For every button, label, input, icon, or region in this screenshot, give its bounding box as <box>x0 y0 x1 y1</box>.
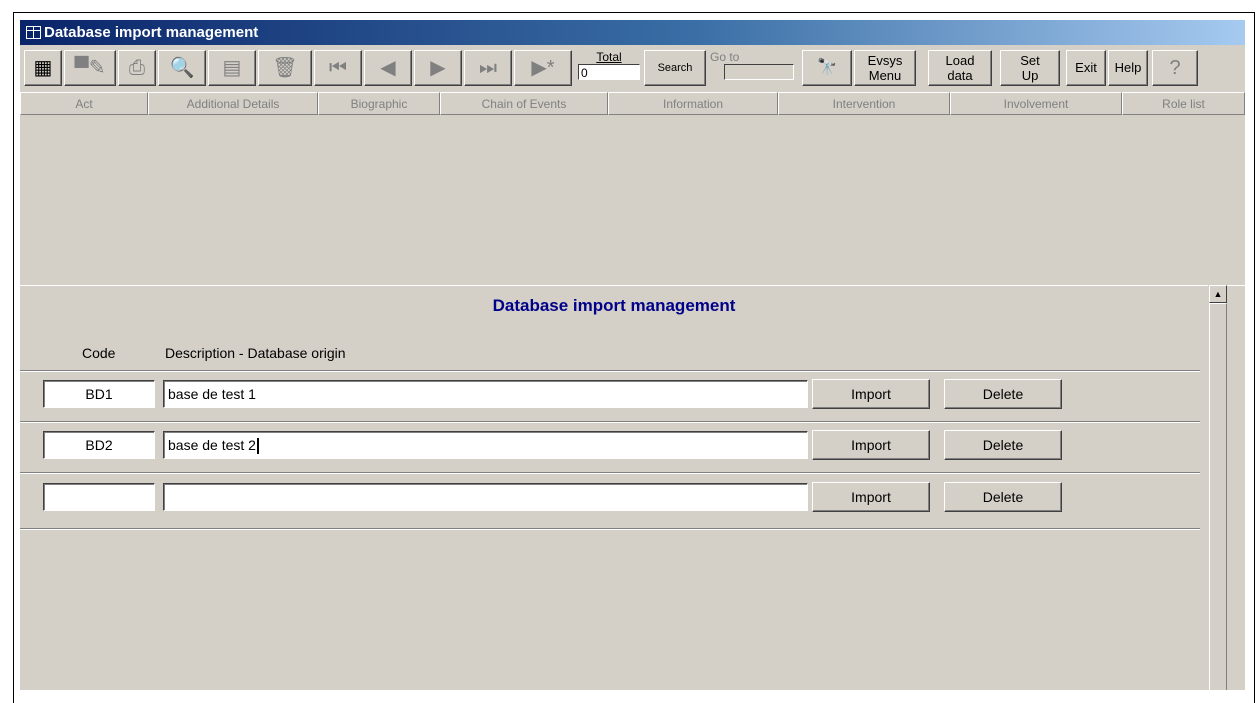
toolbar: ▦ ▀✎ ⎙ 🔍 ▤ 🗑 ⏮ ◀ ▶ ⏭ ▶* Total 0 Search G… <box>20 46 1245 90</box>
new-record-icon: ▶* <box>531 57 555 79</box>
binoculars-icon: 🔭 <box>817 59 837 76</box>
scroll-up-arrow-icon[interactable]: ▲ <box>1209 285 1227 303</box>
delete-button[interactable]: Delete <box>944 379 1062 409</box>
print-icon: ⎙ <box>129 57 145 79</box>
tab-additional-details[interactable]: Additional Details <box>148 92 318 115</box>
scrollbar-thumb[interactable] <box>1209 303 1227 690</box>
vertical-scrollbar[interactable]: ▲ <box>1208 285 1227 690</box>
print-preview-button[interactable]: 🔍 <box>158 50 206 86</box>
next-record-button[interactable]: ▶ <box>414 50 462 86</box>
question-mark-icon: ? <box>1169 57 1181 79</box>
load-data-label-1: Load <box>945 53 975 68</box>
evsys-menu-label-2: Menu <box>868 68 902 83</box>
form-icon <box>26 26 41 39</box>
description-field[interactable] <box>163 483 808 511</box>
context-help-button[interactable]: ? <box>1152 50 1198 86</box>
load-data-label-2: data <box>947 68 973 83</box>
setup-label-2: Up <box>1021 68 1039 83</box>
search-button[interactable]: Search <box>644 50 706 86</box>
save-record-icon: ▀✎ <box>74 57 106 79</box>
total-label: Total <box>596 50 622 64</box>
description-field[interactable]: base de test 1 <box>163 380 808 408</box>
import-button[interactable]: Import <box>812 379 930 409</box>
delete-record-icon: 🗑 <box>272 57 298 79</box>
form-view-icon: ▤ <box>222 57 242 79</box>
code-field[interactable]: BD2 <box>43 431 155 459</box>
help-label: Help <box>1114 60 1142 75</box>
print-preview-icon: 🔍 <box>169 57 195 79</box>
setup-button[interactable]: Set Up <box>1000 50 1060 86</box>
code-column-header: Code <box>82 345 116 361</box>
header-divider <box>20 285 1245 286</box>
tab-involvement[interactable]: Involvement <box>950 92 1122 115</box>
form-window: Database import management ▦ ▀✎ ⎙ 🔍 ▤ 🗑 … <box>20 20 1245 690</box>
tab-act[interactable]: Act <box>20 92 148 115</box>
tab-information[interactable]: Information <box>608 92 778 115</box>
find-button[interactable]: 🔭 <box>802 50 852 86</box>
last-record-button[interactable]: ⏭ <box>464 50 512 86</box>
tab-strip: Act Additional Details Biographic Chain … <box>20 92 1245 116</box>
evsys-menu-label-1: Evsys <box>867 53 903 68</box>
description-value: base de test 2 <box>168 437 256 453</box>
import-button[interactable]: Import <box>812 430 930 460</box>
save-record-button[interactable]: ▀✎ <box>64 50 116 86</box>
text-cursor <box>256 438 259 455</box>
load-data-button[interactable]: Load data <box>928 50 992 86</box>
delete-button[interactable]: Delete <box>944 430 1062 460</box>
goto-field[interactable]: Go to <box>710 50 794 86</box>
first-record-icon: ⏮ <box>329 57 347 79</box>
window-title: Database import management <box>44 24 259 41</box>
previous-record-button[interactable]: ◀ <box>364 50 412 86</box>
new-record-button[interactable]: ▶* <box>514 50 572 86</box>
row-separator <box>20 421 1200 423</box>
import-button[interactable]: Import <box>812 482 930 512</box>
exit-button[interactable]: Exit <box>1066 50 1106 86</box>
help-button[interactable]: Help <box>1108 50 1148 86</box>
tab-chain-of-events[interactable]: Chain of Events <box>440 92 608 115</box>
code-field[interactable] <box>43 483 155 511</box>
row-separator <box>20 472 1200 474</box>
goto-label: Go to <box>710 50 740 64</box>
title-bar[interactable]: Database import management <box>20 20 1245 45</box>
form-title: Database import management <box>492 296 736 315</box>
description-column-header: Description - Database origin <box>165 345 346 361</box>
goto-input[interactable] <box>724 64 794 80</box>
next-record-icon: ▶ <box>430 57 446 79</box>
first-record-button[interactable]: ⏮ <box>314 50 362 86</box>
search-label: Search <box>657 62 693 74</box>
last-record-icon: ⏭ <box>479 57 497 79</box>
setup-label-1: Set <box>1020 53 1040 68</box>
row-separator <box>20 370 1200 372</box>
tab-role-list[interactable]: Role list <box>1122 92 1245 115</box>
tab-intervention[interactable]: Intervention <box>778 92 950 115</box>
code-field[interactable]: BD1 <box>43 380 155 408</box>
delete-button[interactable]: Delete <box>944 482 1062 512</box>
datasheet-view-icon: ▦ <box>33 57 53 79</box>
evsys-menu-button[interactable]: Evsys Menu <box>854 50 916 86</box>
previous-record-icon: ◀ <box>380 57 396 79</box>
total-value: 0 <box>578 64 640 80</box>
tab-biographic[interactable]: Biographic <box>318 92 440 115</box>
description-field[interactable]: base de test 2 <box>163 431 808 459</box>
exit-label: Exit <box>1075 60 1097 75</box>
print-button[interactable]: ⎙ <box>118 50 156 86</box>
row-separator <box>20 528 1200 530</box>
delete-record-button[interactable]: 🗑 <box>258 50 312 86</box>
datasheet-view-button[interactable]: ▦ <box>24 50 62 86</box>
total-field: Total 0 <box>578 50 640 86</box>
form-view-button[interactable]: ▤ <box>208 50 256 86</box>
